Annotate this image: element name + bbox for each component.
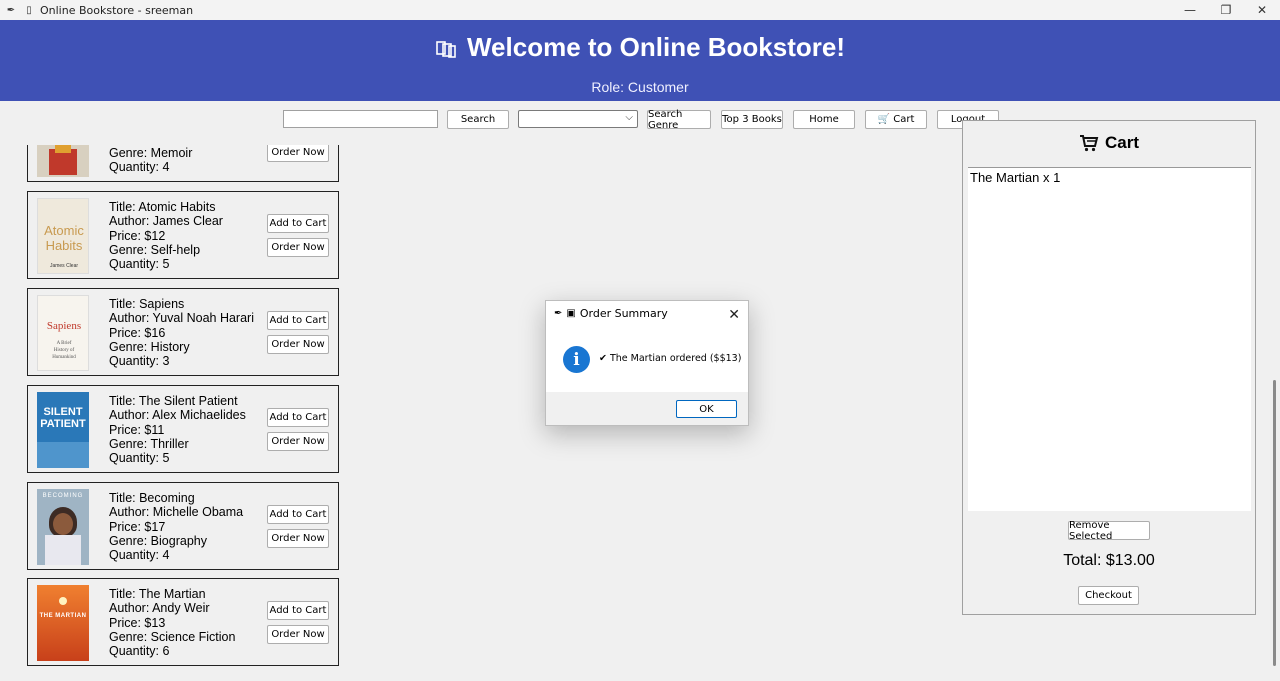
book-cover-image: Atomic Habits James Clear (37, 198, 89, 274)
info-icon: i (563, 346, 590, 373)
dialog-body: i ✔ The Martian ordered ($$13) (546, 326, 748, 392)
package-icon: ▣ (566, 308, 576, 319)
window-titlebar: ✒ ▯ Online Bookstore - sreeman — ❐ ✕ (0, 0, 1280, 20)
cart-total: Total: $13.00 (1063, 552, 1155, 569)
book-author: Author: Michelle Obama (109, 505, 244, 520)
book-title: Title: Becoming (109, 491, 195, 505)
cart-button[interactable]: 🛒 Cart (865, 110, 927, 129)
feather-icon: ✒ (554, 308, 563, 319)
page-title-text: Welcome to Online Bookstore! (466, 32, 845, 62)
checkout-button[interactable]: Checkout (1078, 586, 1139, 605)
minimize-button[interactable]: — (1172, 0, 1208, 20)
window-title: Online Bookstore - sreeman (40, 3, 194, 17)
book-info: Title: Becoming Author: Michelle Obama P… (109, 491, 243, 562)
add-to-cart-button[interactable]: Add to Cart (267, 214, 329, 233)
book-info: Title: The Martian Author: Andy Weir Pri… (109, 587, 235, 658)
maximize-button[interactable]: ❐ (1208, 0, 1244, 20)
book-cover-image: SILENT PATIENT (37, 392, 89, 468)
cart-items-list[interactable]: The Martian x 1 (968, 167, 1251, 511)
order-now-button[interactable]: Order Now (267, 238, 329, 257)
dialog-footer: OK (546, 392, 748, 425)
book-title: Title: Sapiens (109, 297, 185, 311)
add-to-cart-button[interactable]: Add to Cart (267, 505, 329, 524)
feather-icon: ✒ (6, 4, 16, 16)
cart-icon (1079, 135, 1099, 152)
book-cover-image: THE MARTIAN (37, 585, 89, 661)
book-author: Author: James Clear (109, 214, 223, 229)
book-info: Title: Sapiens Author: Yuval Noah Harari… (109, 297, 254, 368)
close-window-button[interactable]: ✕ (1244, 0, 1280, 20)
book-quantity: Quantity: 5 (109, 257, 170, 272)
book-info: Title: The Silent Patient Author: Alex M… (109, 394, 246, 465)
cart-panel: Cart The Martian x 1 Remove Selected Tot… (962, 120, 1256, 615)
role-label: Role: Customer (591, 79, 689, 95)
book-genre: Genre: History (109, 339, 190, 354)
book-author: Author: Alex Michaelides (109, 408, 246, 423)
order-now-button[interactable]: Order Now (267, 145, 329, 162)
book-genre: Genre: Memoir (109, 146, 193, 160)
genre-select[interactable]: ⌵ (518, 110, 638, 128)
dialog-title: Order Summary (579, 307, 668, 320)
search-input[interactable] (283, 110, 438, 128)
page-title: Welcome to Online Bookstore! (0, 32, 1280, 63)
add-to-cart-button[interactable]: Add to Cart (267, 408, 329, 427)
book-card: Sapiens A Brief History of Humankind Title… (27, 288, 339, 376)
top3-books-button[interactable]: Top 3 Books (721, 110, 783, 129)
search-button[interactable]: Search (447, 110, 509, 129)
books-icon (436, 40, 456, 58)
book-info: Title: Atomic Habits Author: James Clear… (109, 200, 223, 271)
book-author: Author: Andy Weir (109, 601, 210, 616)
book-card: Atomic Habits James Clear Title: Atomic H… (27, 191, 339, 279)
book-cover-image (37, 145, 89, 177)
book-quantity: Quantity: 4 (109, 548, 170, 563)
book-quantity: Quantity: 3 (109, 354, 170, 369)
book-genre: Genre: Thriller (109, 436, 189, 451)
scrollbar-thumb[interactable] (1273, 380, 1276, 666)
book-genre: Genre: Self-help (109, 242, 201, 257)
book-genre: Genre: Science Fiction (109, 629, 236, 644)
book-title: Title: Atomic Habits (109, 200, 216, 214)
dialog-message: ✔ The Martian ordered ($$13) (599, 353, 742, 364)
vertical-scrollbar[interactable] (1268, 140, 1280, 670)
home-button[interactable]: Home (793, 110, 855, 129)
app-header: Welcome to Online Bookstore! Role: Custo… (0, 20, 1280, 101)
dialog-titlebar: ✒ ▣ Order Summary (546, 301, 748, 326)
search-genre-button[interactable]: Search Genre (647, 109, 711, 131)
book-title: Title: The Martian (109, 587, 206, 601)
book-card: THE MARTIAN Title: The Martian Author: A… (27, 578, 339, 666)
book-cover-image: BECOMING (37, 489, 89, 565)
order-now-button[interactable]: Order Now (267, 335, 329, 354)
cart-item[interactable]: The Martian x 1 (968, 168, 1251, 187)
ok-button[interactable]: OK (676, 400, 737, 418)
order-now-button[interactable]: Order Now (267, 529, 329, 548)
book-quantity: Quantity: 4 (109, 160, 170, 175)
dialog-close-button[interactable]: ✕ (728, 306, 740, 323)
order-now-button[interactable]: Order Now (267, 625, 329, 644)
book-card: SILENT PATIENT Title: The Silent Patient … (27, 385, 339, 473)
books-icon: ▯ (26, 4, 32, 16)
book-list[interactable]: Genre: Memoir Quantity: 4 Order Now Atom… (0, 145, 360, 681)
cart-title: Cart (963, 133, 1255, 153)
book-price: Price: $12 (109, 228, 166, 243)
book-quantity: Quantity: 5 (109, 451, 170, 466)
add-to-cart-button[interactable]: Add to Cart (267, 601, 329, 620)
book-price: Price: $17 (109, 519, 166, 534)
chevron-down-icon: ⌵ (625, 112, 633, 123)
book-card: BECOMING Title: Becoming Author: Michell… (27, 482, 339, 570)
cart-title-text: Cart (1104, 133, 1139, 152)
book-author: Author: Yuval Noah Harari (109, 311, 254, 326)
order-summary-dialog: ✒ ▣ Order Summary ✕ i ✔ The Martian orde… (545, 300, 749, 426)
add-to-cart-button[interactable]: Add to Cart (267, 311, 329, 330)
book-price: Price: $11 (109, 422, 165, 437)
book-title: Title: The Silent Patient (109, 394, 238, 408)
book-price: Price: $13 (109, 615, 166, 630)
remove-selected-button[interactable]: Remove Selected (1068, 520, 1150, 542)
book-card: Genre: Memoir Quantity: 4 Order Now (27, 145, 339, 182)
book-genre: Genre: Biography (109, 533, 207, 548)
order-now-button[interactable]: Order Now (267, 432, 329, 451)
book-quantity: Quantity: 6 (109, 644, 170, 659)
book-info: Genre: Memoir Quantity: 4 (109, 146, 192, 175)
book-price: Price: $16 (109, 325, 166, 340)
book-cover-image: Sapiens A Brief History of Humankind (37, 295, 89, 371)
